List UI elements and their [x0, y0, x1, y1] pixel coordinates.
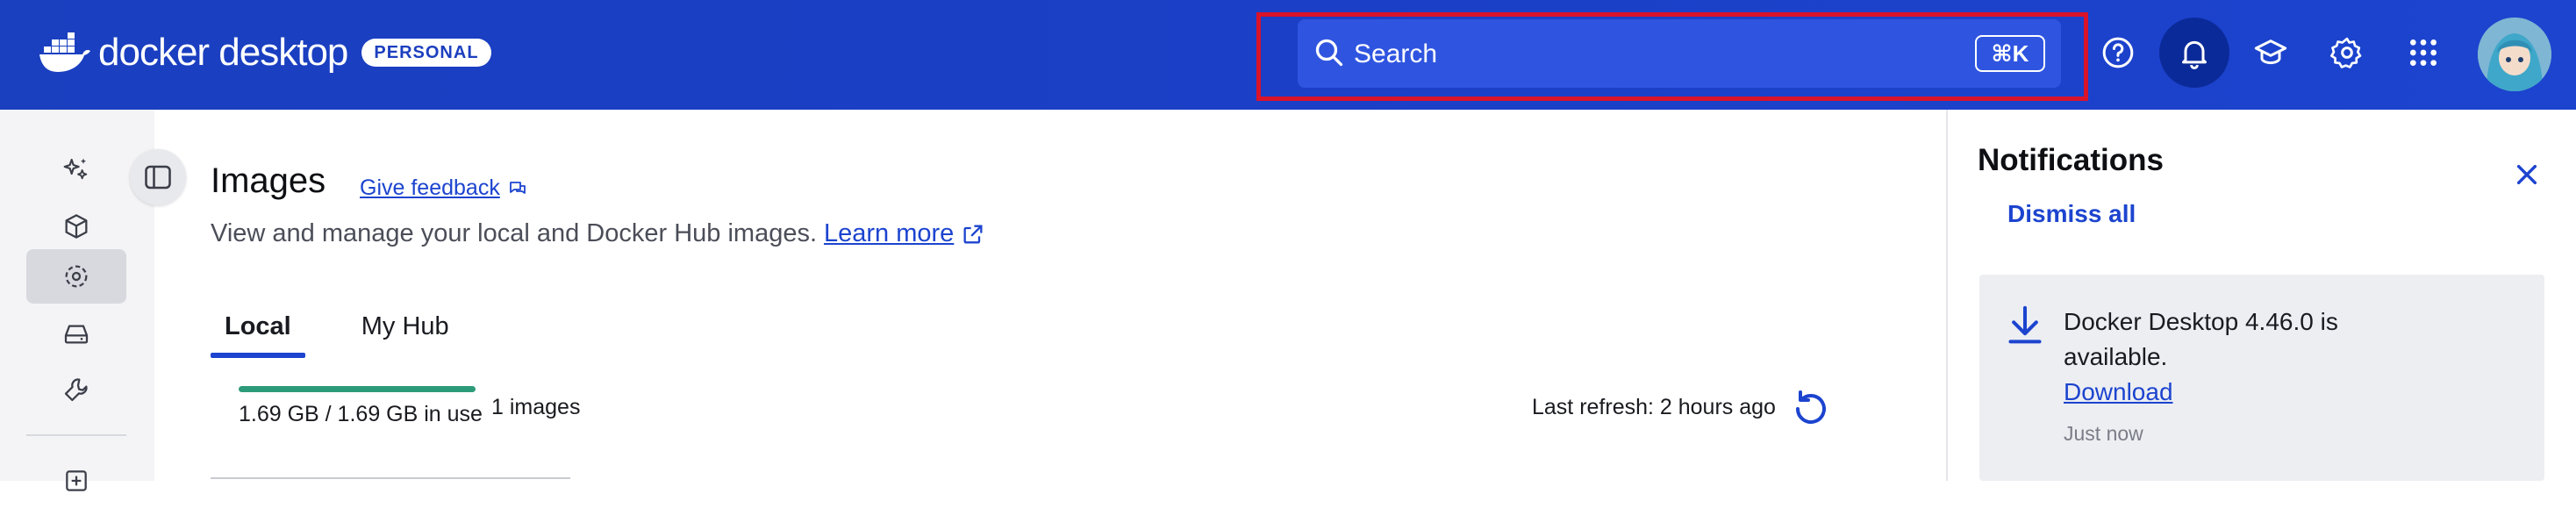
avatar[interactable] [2478, 18, 2551, 91]
search-input[interactable]: Search ⌘K [1298, 19, 2061, 88]
close-icon [2516, 164, 2537, 185]
volumes-icon [64, 325, 89, 344]
user-avatar-image [2478, 18, 2551, 91]
external-link-icon [963, 225, 983, 243]
last-refresh-text: Last refresh: 2 hours ago [1532, 395, 1776, 419]
docker-logo[interactable]: docker desktop PERSONAL [39, 28, 491, 77]
notification-item: Docker Desktop 4.46.0 is available. Down… [1979, 275, 2544, 481]
page-title: Images [211, 161, 326, 200]
image-tabs: Local My Hub [211, 312, 505, 358]
nav-item-ai[interactable] [26, 143, 126, 197]
plan-badge: PERSONAL [361, 39, 491, 67]
learning-center-button[interactable] [2236, 18, 2306, 88]
notifications-title: Notifications [1978, 143, 2164, 177]
close-notifications-button[interactable] [2509, 157, 2544, 192]
download-link[interactable]: Download [2064, 378, 2173, 406]
image-search-field-edge[interactable] [211, 477, 570, 481]
give-feedback-label: Give feedback [360, 175, 500, 200]
build-tools-icon [64, 378, 88, 402]
nav-item-volumes[interactable] [26, 307, 126, 361]
ai-sparkle-icon [63, 158, 88, 180]
extensions-icon [66, 470, 87, 491]
refresh-button[interactable] [1788, 386, 1834, 432]
settings-button[interactable] [2312, 18, 2382, 88]
nav-divider [26, 434, 126, 436]
tab-local[interactable]: Local [211, 312, 305, 358]
disk-usage-bar [239, 386, 476, 392]
sidebar-toggle-button[interactable] [130, 149, 186, 205]
learn-more-link[interactable]: Learn more [824, 219, 954, 248]
sidebar-panel-icon [145, 165, 171, 190]
nav-item-images[interactable] [26, 249, 126, 304]
feedback-chat-icon [509, 181, 526, 194]
page-subtitle: View and manage your local and Docker Hu… [211, 219, 985, 248]
brand-name: docker desktop [98, 31, 348, 74]
docker-whale-icon [39, 32, 90, 72]
learning-center-icon [2254, 39, 2287, 65]
bell-icon [2182, 40, 2207, 69]
subtitle-text: View and manage your local and Docker Hu… [211, 219, 818, 247]
notifications-button[interactable] [2159, 18, 2229, 88]
give-feedback-link[interactable]: Give feedback [360, 175, 528, 201]
refresh-icon [1796, 390, 1826, 424]
nav-item-containers[interactable] [26, 199, 126, 254]
apps-grid-button[interactable] [2388, 18, 2458, 88]
help-button[interactable] [2083, 18, 2153, 88]
notifications-panel: Notifications Dismiss all Docker Desktop… [1946, 110, 2576, 481]
search-placeholder: Search [1354, 39, 1438, 68]
download-icon [2008, 305, 2042, 344]
nav-item-extensions[interactable] [26, 454, 126, 508]
images-count: 1 images [491, 395, 581, 419]
containers-icon [65, 214, 88, 239]
notification-time: Just now [2064, 422, 2143, 445]
help-icon [2102, 37, 2134, 68]
top-bar: docker desktop PERSONAL Search ⌘K [0, 0, 2576, 110]
apps-grid-icon [2410, 39, 2436, 66]
images-icon [65, 265, 88, 288]
notification-message: Docker Desktop 4.46.0 is available. [2064, 308, 2338, 370]
search-shortcut-badge: ⌘K [1975, 35, 2045, 72]
nav-item-build-tools[interactable] [26, 362, 126, 417]
dismiss-all-button[interactable]: Dismiss all [2007, 200, 2136, 228]
search-icon [1315, 39, 1343, 67]
tab-my-hub[interactable]: My Hub [347, 312, 463, 358]
disk-usage-text: 1.69 GB / 1.69 GB in use [239, 402, 483, 426]
gear-icon [2330, 37, 2362, 68]
